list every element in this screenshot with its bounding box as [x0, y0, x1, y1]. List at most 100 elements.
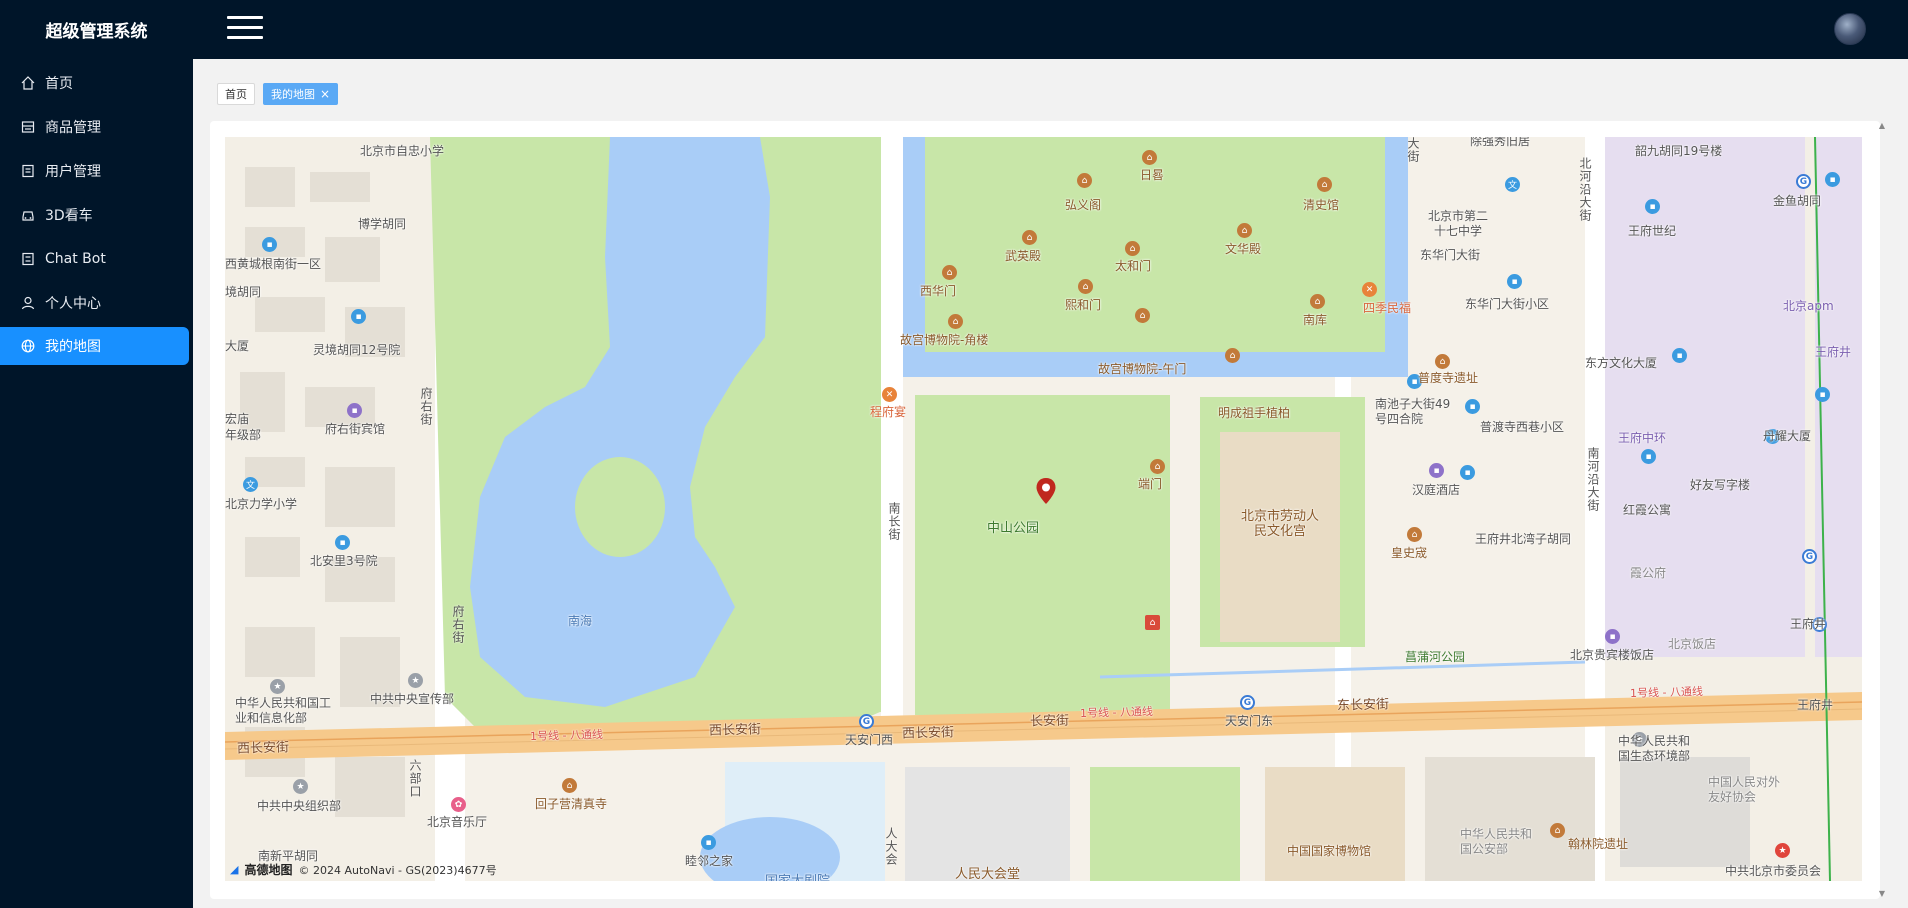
car-icon [20, 207, 36, 223]
sidebar-item-personal[interactable]: 个人中心 [0, 284, 189, 322]
close-icon[interactable]: × [320, 87, 330, 101]
hotel-icon[interactable]: ▪ [1429, 463, 1444, 478]
school-icon[interactable]: 文 [243, 477, 258, 492]
tab-label: 首页 [225, 88, 247, 101]
location-marker-icon[interactable] [1035, 477, 1057, 505]
map-label-bulin: 睦邻之家 [685, 854, 734, 868]
mosque-icon[interactable]: ⌂ [562, 778, 577, 793]
map-copyright: © 2024 AutoNavi - GS(2023)4677号 [298, 863, 497, 877]
user-manage-icon [20, 163, 36, 179]
sidebar-item-home[interactable]: 首页 [0, 64, 189, 102]
metro-icon[interactable]: G [859, 714, 874, 729]
map-label-gugong-jiaolou: 故宫博物院-角楼 [900, 333, 989, 347]
globe-icon [20, 338, 36, 354]
map-label-xichangan-2: 西长安街 [708, 722, 762, 739]
hotel-icon[interactable]: ▪ [1605, 629, 1620, 644]
museum-icon[interactable]: ⌂ [1550, 823, 1565, 838]
museum-icon[interactable]: ⌂ [1077, 173, 1092, 188]
museum-icon[interactable]: ⌂ [1150, 459, 1165, 474]
hotel-icon[interactable]: ▪ [347, 403, 362, 418]
government-icon[interactable]: ★ [270, 679, 285, 694]
map-label-fuyoujie-v: 府右街 [419, 387, 433, 426]
map-label-line1-a: 1号线 - 八通线 [529, 728, 604, 743]
museum-icon[interactable]: ⌂ [1435, 354, 1450, 369]
map-label-shiqibei: 北京市第二十七中学 [1427, 209, 1488, 238]
metro-icon[interactable]: G [1802, 549, 1817, 564]
map-label-shengtai: 中华人民共和国生态环境部 [1618, 734, 1691, 763]
map-label-xiagongfu: 霞公府 [1630, 566, 1667, 580]
residence-icon[interactable]: ▪ [701, 835, 716, 850]
sidebar-item-label: 用户管理 [45, 164, 101, 180]
tiananmen-icon[interactable]: ⌂ [1145, 615, 1160, 630]
metro-icon[interactable]: G [1240, 695, 1255, 710]
government-icon[interactable]: ★ [1775, 843, 1790, 858]
map-label-dasha: 大厦 [225, 339, 250, 353]
map-label-nanhai: 南海 [568, 614, 593, 628]
map-label-jinyu: 金鱼胡同 [1773, 194, 1822, 208]
person-icon [20, 295, 36, 311]
sidebar-item-my-map[interactable]: 我的地图 [0, 327, 189, 365]
map-label-guojia-dajuyuan: 国家大剧院 [765, 870, 830, 881]
museum-icon[interactable]: ⌂ [1142, 150, 1157, 165]
map-label-tiananmen-e: 天安门东 [1225, 714, 1274, 728]
map-label-wangfushiji: 王府世纪 [1628, 224, 1677, 238]
museum-icon[interactable]: ⌂ [1317, 177, 1332, 192]
building-icon[interactable]: ▪ [1815, 387, 1830, 402]
map-view[interactable]: ⌂ ⌂ ⌂ ⌂ ⌂ ⌂ ⌂ ⌂ ⌂ ⌂ ⌂ ⌂ ⌂ ⌂ ⌂ ⌂ ⌂ ✕ ✕ 文 … [225, 137, 1862, 881]
residence-icon[interactable]: ▪ [1507, 274, 1522, 289]
map-label-donghuamen-xq: 东华门大街小区 [1465, 297, 1550, 311]
restaurant-icon[interactable]: ✕ [1362, 282, 1377, 297]
map-label-liubukou-v: 六部口 [408, 759, 422, 798]
sidebar-item-chatbot[interactable]: Chat Bot [0, 240, 189, 278]
museum-icon[interactable]: ⌂ [1022, 230, 1037, 245]
metro-icon[interactable]: G [1796, 174, 1811, 189]
residence-icon[interactable]: ▪ [1465, 399, 1480, 414]
sidebar-item-users[interactable]: 用户管理 [0, 152, 189, 190]
avatar[interactable] [1834, 13, 1866, 45]
museum-icon[interactable]: ⌂ [1310, 294, 1325, 309]
map-label-guojia-bowuguan: 中国国家博物馆 [1287, 844, 1372, 858]
museum-icon[interactable]: ⌂ [948, 314, 963, 329]
residence-icon[interactable]: ▪ [262, 237, 277, 252]
building-icon[interactable]: ▪ [1645, 199, 1660, 214]
museum-icon[interactable]: ⌂ [1078, 279, 1093, 294]
museum-icon[interactable]: ⌂ [1125, 241, 1140, 256]
sidebar-item-goods[interactable]: 商品管理 [0, 108, 189, 146]
residence-icon[interactable]: ▪ [335, 535, 350, 550]
museum-icon[interactable]: ⌂ [1135, 308, 1150, 323]
museum-icon[interactable]: ⌂ [1407, 527, 1422, 542]
residence-icon[interactable]: ▪ [351, 309, 366, 324]
map-label-chengfuyan: 程府宴 [870, 405, 907, 419]
map-label-renmin-dahuitang: 人民大会堂 [955, 867, 1021, 881]
museum-icon[interactable]: ⌂ [1225, 348, 1240, 363]
scroll-up-icon[interactable]: ▲ [1877, 121, 1887, 131]
map-label-beiheyan-v: 北河沿大街 [1578, 157, 1592, 222]
map-label-zhongshan-park: 中山公园 [987, 521, 1040, 536]
school-icon[interactable]: 文 [1505, 177, 1520, 192]
tab-label: 我的地图 [271, 88, 315, 101]
map-label-jiaozhi: 除强秀旧居 [1470, 137, 1531, 148]
tab-bar: 首页 我的地图 × [217, 83, 339, 105]
sidebar-item-label: 3D看车 [45, 208, 93, 224]
residence-icon[interactable]: ▪ [1641, 449, 1656, 464]
music-hall-icon[interactable]: ✿ [451, 797, 466, 812]
museum-icon[interactable]: ⌂ [942, 265, 957, 280]
app-title: 超级管理系统 [45, 22, 148, 42]
map-label-haoyou: 好友写字楼 [1690, 478, 1751, 492]
government-icon[interactable]: ★ [293, 779, 308, 794]
museum-icon[interactable]: ⌂ [1237, 223, 1252, 238]
map-label-sijiminfu: 四季民福 [1363, 301, 1412, 315]
menu-toggle-icon[interactable] [227, 16, 263, 40]
map-label-wuyingdian: 武英殿 [1005, 249, 1042, 263]
building-icon[interactable]: ▪ [1672, 348, 1687, 363]
tab-home[interactable]: 首页 [217, 83, 255, 105]
content-scrollbar[interactable]: ▲ ▼ [1877, 121, 1887, 899]
government-icon[interactable]: ★ [408, 673, 423, 688]
restaurant-icon[interactable]: ✕ [882, 387, 897, 402]
tab-my-map[interactable]: 我的地图 × [263, 83, 339, 105]
sidebar-item-3d-car[interactable]: 3D看车 [0, 196, 189, 234]
map-label-wangfujing-2: 王府井 [1797, 698, 1834, 712]
scroll-down-icon[interactable]: ▼ [1877, 889, 1887, 899]
building-icon[interactable]: ▪ [1825, 172, 1840, 187]
residence-icon[interactable]: ▪ [1460, 465, 1475, 480]
